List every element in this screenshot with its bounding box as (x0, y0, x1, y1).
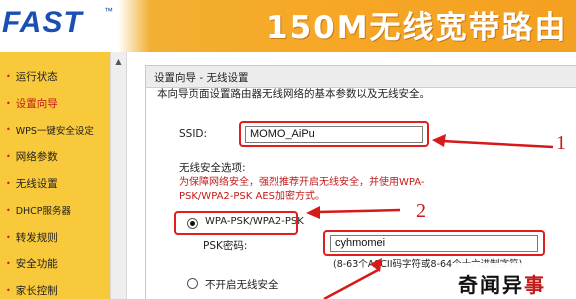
arrow-1-line (441, 139, 554, 149)
watermark: 奇闻异事 (452, 263, 576, 299)
arrow-2-line (317, 208, 401, 214)
arrow-3-line (323, 268, 379, 299)
arrow-1-head (432, 134, 446, 147)
watermark-text: 奇闻异 (458, 273, 524, 297)
annotation-number-2: 2 (416, 200, 426, 222)
watermark-text-accent: 事 (524, 273, 546, 297)
annotation-number-1: 1 (556, 132, 566, 154)
arrow-2-head (306, 206, 320, 219)
annotation-arrows (306, 134, 554, 299)
